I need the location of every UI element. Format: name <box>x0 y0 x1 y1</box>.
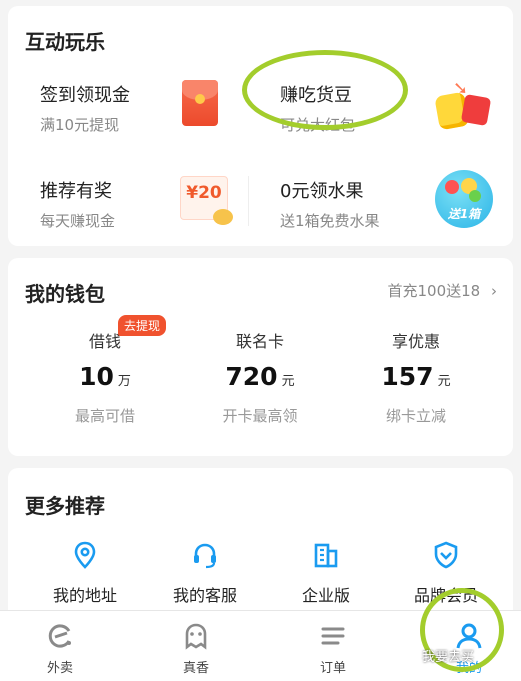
red-packet-icon <box>182 80 218 126</box>
promo-referral[interactable]: 推荐有奖 每天赚现金 ¥20 <box>40 172 290 246</box>
promo-free-fruit[interactable]: 0元领水果 送1箱免费水果 送1箱 <box>280 170 513 246</box>
promo-subtitle: 可兑大红包 <box>280 116 356 134</box>
promo-title: 0元领水果 <box>280 181 364 202</box>
wallet-desc: 绑卡立减 <box>385 407 446 425</box>
wallet-unit: 元 <box>281 374 295 389</box>
wallet-co-brand-card[interactable]: 联名卡 720 元 开卡最高领 <box>180 328 340 426</box>
promo-subtitle: 送1箱免费水果 <box>280 212 380 230</box>
wallet-value: 10 <box>79 362 114 391</box>
tab-takeout[interactable]: 外卖 <box>15 621 105 676</box>
wallet-label: 借钱 <box>88 332 121 351</box>
fruit-icon-text: 送1箱 <box>447 207 481 221</box>
wallet-unit: 万 <box>117 374 131 389</box>
coupon-icon-text: ¥20 <box>186 183 222 203</box>
more-item-label: 我的客服 <box>172 586 237 605</box>
wallet-value: 157 <box>381 362 434 391</box>
wallet-label: 享优惠 <box>391 332 440 351</box>
promo-title: 签到领现金 <box>40 85 130 106</box>
more-item-enterprise[interactable]: 企业版 <box>266 540 386 606</box>
eleme-logo-icon <box>48 624 71 648</box>
building-icon <box>314 543 338 568</box>
wallet-unit: 元 <box>437 374 451 389</box>
tab-label: 真香 <box>182 661 209 676</box>
more-card: 更多推荐 我的地址 我的客服 企业版 品牌会员 <box>8 468 513 628</box>
promo-subtitle: 满10元提现 <box>40 116 120 134</box>
promo-subtitle: 每天赚现金 <box>40 212 116 230</box>
wallet-loan[interactable]: 借钱 10 万 最高可借 <box>25 328 185 426</box>
interactive-card: 互动玩乐 签到领现金 满10元提现 赚吃货豆 可兑大红包 ➘ 推荐有奖 每天赚现… <box>8 6 513 246</box>
promo-sign-in-cash[interactable]: 签到领现金 满10元提现 <box>40 76 290 166</box>
more-title: 更多推荐 <box>25 494 105 518</box>
wallet-promo-link[interactable]: 首充100送18 › <box>388 280 498 301</box>
fruit-box-icon: 送1箱 <box>435 170 493 228</box>
wallet-label: 联名卡 <box>235 332 284 351</box>
wallet-title: 我的钱包 <box>25 282 105 306</box>
tab-zhenxiang[interactable]: 真香 <box>151 621 241 676</box>
wallet-desc: 开卡最高领 <box>222 407 298 425</box>
divider <box>248 176 249 226</box>
wallet-value: 720 <box>225 362 278 391</box>
tab-label: 外卖 <box>46 661 73 676</box>
location-pin-icon <box>74 541 96 569</box>
more-item-service[interactable]: 我的客服 <box>145 540 265 606</box>
wallet-desc: 最高可借 <box>74 407 135 425</box>
ghost-icon <box>185 623 207 650</box>
list-icon <box>321 627 345 645</box>
coupon-icon: ¥20 <box>180 176 233 225</box>
promo-earn-beans[interactable]: 赚吃货豆 可兑大红包 ➘ <box>280 76 513 166</box>
more-item-label: 品牌会员 <box>413 586 478 605</box>
more-item-label: 我的地址 <box>52 586 117 605</box>
headset-icon <box>194 543 216 569</box>
wallet-discount[interactable]: 享优惠 157 元 绑卡立减 <box>336 328 496 426</box>
tab-orders[interactable]: 订单 <box>288 621 378 676</box>
watermark: 我要去买 <box>422 650 475 665</box>
chevron-right-icon: › <box>491 282 497 300</box>
more-item-label: 企业版 <box>301 586 350 605</box>
more-item-brand-member[interactable]: 品牌会员 <box>386 540 506 606</box>
beans-icon: ➘ <box>434 78 495 133</box>
shield-check-icon <box>434 541 458 569</box>
more-item-address[interactable]: 我的地址 <box>25 540 145 606</box>
promo-title: 赚吃货豆 <box>280 85 352 106</box>
promo-title: 推荐有奖 <box>40 181 112 202</box>
tab-label: 订单 <box>319 661 346 676</box>
wallet-promo-link-text: 首充100送18 <box>387 282 481 300</box>
wallet-card: 我的钱包 首充100送18 › 去提现 借钱 10 万 最高可借 联名卡 720 元… <box>8 258 513 456</box>
interactive-title: 互动玩乐 <box>25 30 105 54</box>
